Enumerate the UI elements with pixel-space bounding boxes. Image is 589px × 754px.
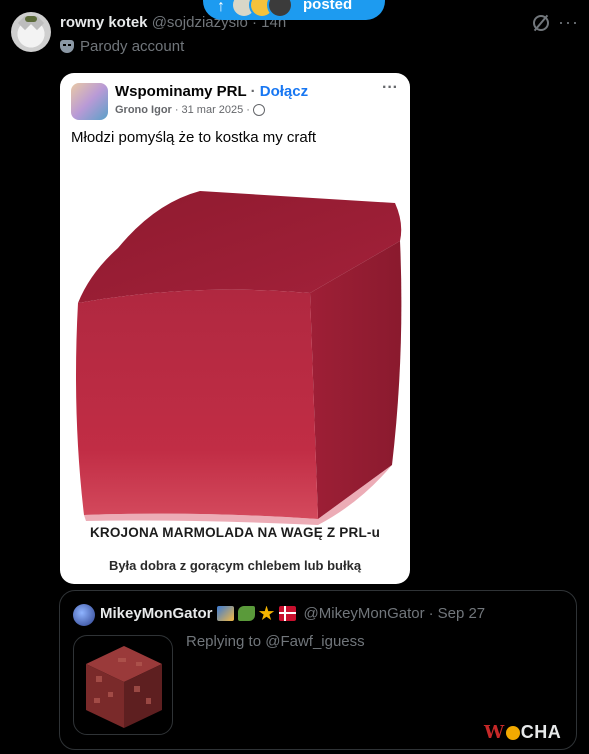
quoted-tweet-date: Sep 27 <box>437 605 486 622</box>
pill-avatar <box>267 0 293 18</box>
marmalade-cube-image <box>76 191 402 525</box>
parody-mask-icon <box>60 40 74 53</box>
quoted-tweet-image[interactable] <box>73 635 173 735</box>
author-name[interactable]: rowny kotek <box>60 14 148 31</box>
attached-image[interactable]: Wspominamy PRL · Dołącz Grono Igor · 31 … <box>60 73 410 584</box>
star-emoji-icon <box>258 605 275 621</box>
more-options-icon[interactable]: ··· <box>558 12 579 33</box>
quoted-author-avatar <box>73 604 95 626</box>
minecraft-block-image <box>86 646 162 728</box>
denmark-flag-icon <box>278 606 296 621</box>
quoted-author-handle: @MikeyMonGator <box>303 605 425 622</box>
parody-label: Parody account <box>80 38 185 55</box>
parody-label-row: Parody account <box>60 38 184 55</box>
new-posts-label: posted <box>303 0 353 13</box>
watermark-logo-icon <box>505 725 520 740</box>
new-posts-pill[interactable]: ↑ posted <box>203 0 385 20</box>
author-avatar[interactable] <box>11 12 51 52</box>
grok-icon[interactable] <box>533 15 549 31</box>
image-caption-subtitle: Była dobra z gorącym chlebem lub bułką <box>108 558 362 573</box>
quoted-tweet-header: MikeyMonGator @MikeyMonGator · Sep 27 <box>100 605 486 622</box>
replying-to-label: Replying to @Fawf_iguess <box>186 633 365 650</box>
alligator-emoji-icon <box>237 606 255 621</box>
image-caption-title: KROJONA MARMOLADA NA WAGĘ Z PRL-u <box>89 525 381 540</box>
wiocha-watermark: W CHA <box>484 722 562 743</box>
arrow-up-icon: ↑ <box>217 0 225 15</box>
rocket-emoji-icon <box>216 606 234 621</box>
quoted-author-name: MikeyMonGator <box>100 605 213 622</box>
